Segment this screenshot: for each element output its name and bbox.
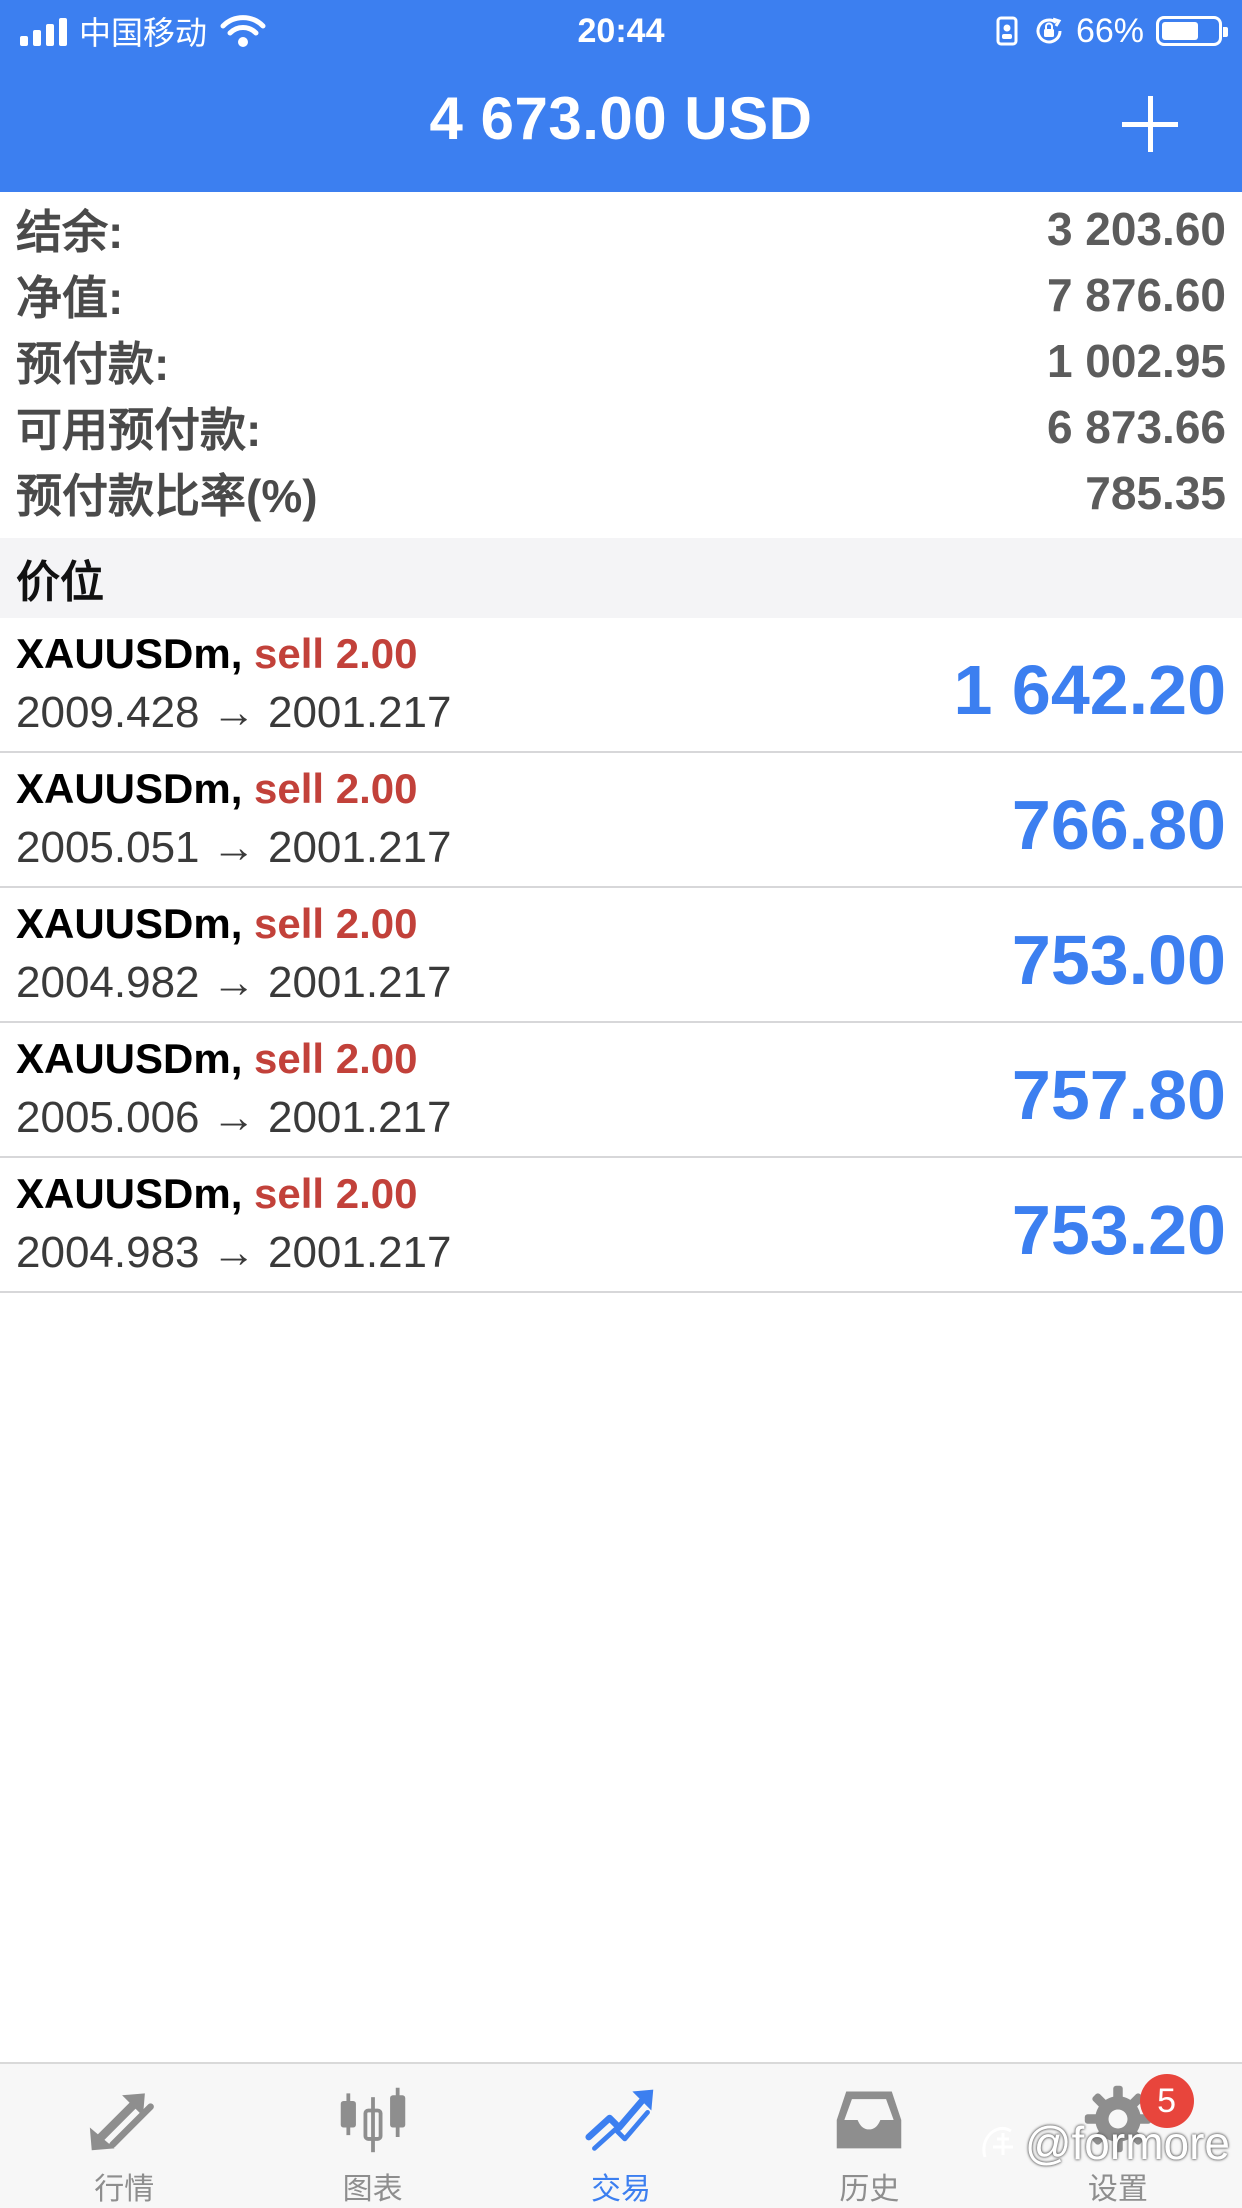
position-row[interactable]: XAUUSDm, sell 2.00 2004.983 → 2001.217 7… bbox=[0, 1158, 1242, 1293]
position-side: sell 2.00 bbox=[254, 765, 418, 812]
candlestick-chart-icon bbox=[340, 2087, 405, 2153]
summary-equity: 净值: 7 876.60 bbox=[0, 262, 1242, 328]
position-symbol: XAUUSDm, bbox=[16, 630, 243, 677]
quotes-arrows-icon bbox=[90, 2093, 155, 2151]
position-side: sell 2.00 bbox=[254, 630, 418, 677]
position-row[interactable]: XAUUSDm, sell 2.00 2009.428 → 2001.217 1… bbox=[0, 618, 1242, 753]
tab-history[interactable]: 历史 bbox=[745, 2064, 993, 2208]
position-symbol: XAUUSDm, bbox=[16, 1035, 243, 1082]
summary-value: 1 002.95 bbox=[1046, 335, 1226, 387]
status-bar: 中国移动 20:44 66% bbox=[0, 0, 1242, 62]
position-symbol-line: XAUUSDm, sell 2.00 bbox=[16, 900, 418, 948]
account-profit-title: 4 673.00 USD bbox=[429, 85, 813, 152]
position-symbol-line: XAUUSDm, sell 2.00 bbox=[16, 1035, 418, 1083]
position-prices: 2005.051 → 2001.217 bbox=[16, 823, 452, 872]
position-prices: 2004.982 → 2001.217 bbox=[16, 958, 452, 1007]
summary-label: 可用预付款: bbox=[16, 404, 262, 456]
position-row[interactable]: XAUUSDm, sell 2.00 2005.051 → 2001.217 7… bbox=[0, 753, 1242, 888]
trade-screen: 中国移动 20:44 66% 4 673.00 USD 结余: 3 203.60… bbox=[0, 0, 1242, 2208]
position-row[interactable]: XAUUSDm, sell 2.00 2004.982 → 2001.217 7… bbox=[0, 888, 1242, 1023]
section-title: 价位 bbox=[16, 558, 104, 607]
positions-section-header: 价位 bbox=[0, 538, 1242, 618]
tab-charts[interactable]: 图表 bbox=[248, 2064, 496, 2208]
position-prices: 2005.006 → 2001.217 bbox=[16, 1093, 452, 1142]
position-symbol: XAUUSDm, bbox=[16, 1170, 243, 1217]
tab-label: 设置 bbox=[1087, 2173, 1148, 2206]
rotation-lock-icon bbox=[1036, 17, 1062, 44]
summary-margin-level: 预付款比率(%) 785.35 bbox=[0, 460, 1242, 526]
position-profit: 766.80 bbox=[1011, 786, 1226, 864]
tab-label: 行情 bbox=[94, 2173, 155, 2206]
summary-label: 预付款: bbox=[16, 338, 170, 390]
tab-quotes[interactable]: 行情 bbox=[0, 2064, 248, 2208]
tab-trade[interactable]: 交易 bbox=[497, 2064, 745, 2208]
battery-icon bbox=[1156, 16, 1228, 46]
history-inbox-icon bbox=[837, 2091, 902, 2149]
battery-percent: 66% bbox=[1075, 11, 1144, 50]
position-symbol: XAUUSDm, bbox=[16, 765, 243, 812]
position-symbol: XAUUSDm, bbox=[16, 900, 243, 947]
id-card-icon bbox=[996, 16, 1018, 46]
position-symbol-line: XAUUSDm, sell 2.00 bbox=[16, 630, 418, 678]
summary-label: 结余: bbox=[16, 206, 124, 258]
summary-label: 净值: bbox=[16, 272, 124, 324]
summary-free-margin: 可用预付款: 6 873.66 bbox=[0, 394, 1242, 460]
position-prices: 2009.428 → 2001.217 bbox=[16, 688, 452, 737]
summary-balance: 结余: 3 203.60 bbox=[0, 196, 1242, 262]
summary-label: 预付款比率(%) bbox=[16, 470, 318, 522]
position-side: sell 2.00 bbox=[254, 1170, 418, 1217]
account-summary: 结余: 3 203.60 净值: 7 876.60 预付款: 1 002.95 … bbox=[0, 196, 1242, 526]
position-symbol-line: XAUUSDm, sell 2.00 bbox=[16, 1170, 418, 1218]
summary-value: 785.35 bbox=[1085, 467, 1226, 519]
tab-label: 历史 bbox=[839, 2173, 900, 2206]
positions-list: XAUUSDm, sell 2.00 2009.428 → 2001.217 1… bbox=[0, 618, 1242, 1293]
watermark: @formore bbox=[979, 2116, 1230, 2170]
position-prices: 2004.983 → 2001.217 bbox=[16, 1228, 452, 1277]
summary-value: 6 873.66 bbox=[1046, 401, 1226, 453]
tab-label: 图表 bbox=[342, 2173, 403, 2206]
zhihu-logo-icon bbox=[982, 2126, 1013, 2158]
summary-margin: 预付款: 1 002.95 bbox=[0, 328, 1242, 394]
header: 中国移动 20:44 66% 4 673.00 USD bbox=[0, 0, 1242, 192]
position-profit: 757.80 bbox=[1011, 1056, 1226, 1134]
summary-value: 7 876.60 bbox=[1046, 269, 1226, 321]
position-profit: 753.20 bbox=[1011, 1191, 1226, 1269]
trade-trend-icon bbox=[585, 2089, 654, 2151]
position-side: sell 2.00 bbox=[254, 1035, 418, 1082]
position-symbol-line: XAUUSDm, sell 2.00 bbox=[16, 765, 418, 813]
battery-level bbox=[1162, 22, 1198, 40]
position-profit: 1 642.20 bbox=[953, 651, 1226, 729]
position-row[interactable]: XAUUSDm, sell 2.00 2005.006 → 2001.217 7… bbox=[0, 1023, 1242, 1158]
summary-value: 3 203.60 bbox=[1046, 203, 1226, 255]
status-right: 66% bbox=[992, 10, 1228, 52]
position-side: sell 2.00 bbox=[254, 900, 418, 947]
add-order-button[interactable] bbox=[1122, 96, 1178, 152]
watermark-text: @formore bbox=[1024, 2117, 1230, 2169]
tab-label: 交易 bbox=[591, 2173, 652, 2206]
position-profit: 753.00 bbox=[1011, 921, 1226, 999]
